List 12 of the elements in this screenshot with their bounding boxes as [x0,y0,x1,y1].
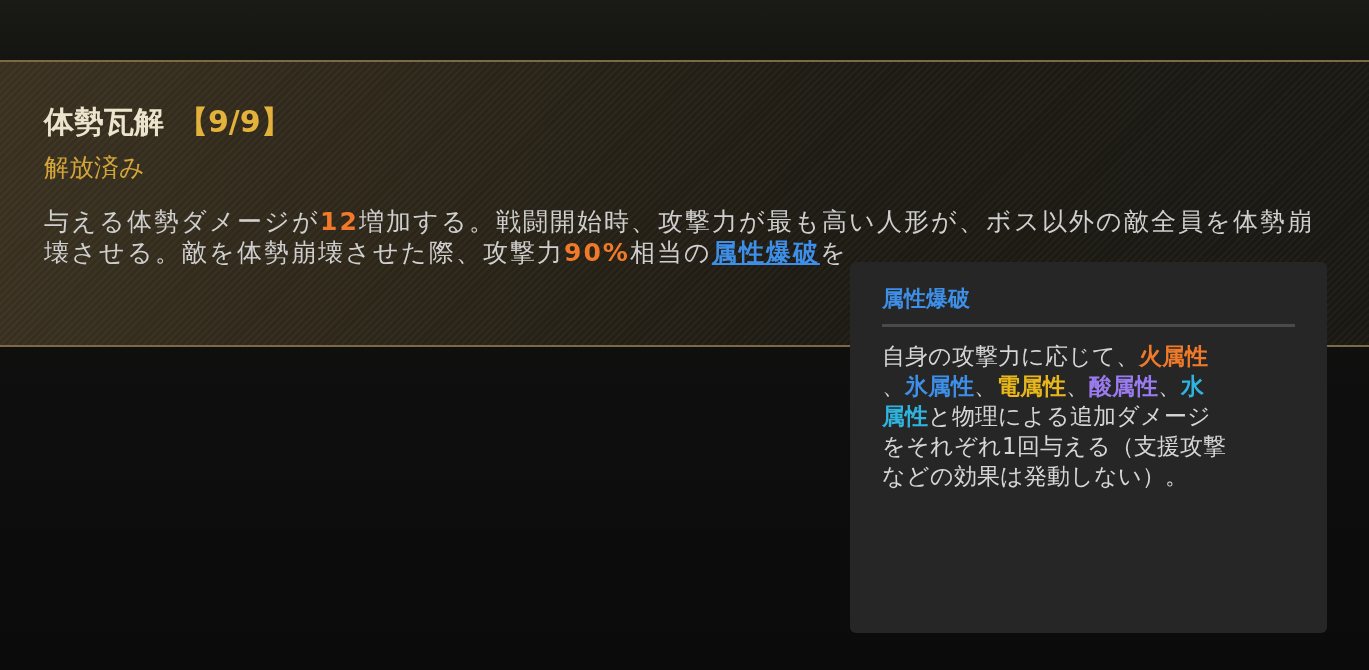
description-line: 壊させる。敵を体勢崩壊させた際、攻撃力 90%相当の属性爆破を [44,237,848,268]
skill-rank: 【9/9】 [178,103,291,141]
tooltip-title: 属性爆破 [882,285,970,313]
skill-status: 解放済み [44,152,146,184]
tooltip-line: 自身の攻撃力に応じて、火属性 [882,342,1208,371]
term-link[interactable]: 属性爆破 [711,238,820,267]
tooltip-line: などの効果は発動しない）。 [882,462,1188,491]
description-line: 与える体勢ダメージが12増加する。戦闘開始時、攻撃力が最も高い人形が、ボス以外の敵全員を体勢崩 [44,206,1314,237]
tooltip-line: をそれぞれ1回与える（支援攻撃 [882,432,1226,461]
tooltip-line: 属性と物理による追加ダメージ [882,402,1211,431]
tooltip-line: 、氷属性、電属性、酸属性、水 [882,372,1204,401]
skill-name: 体勢瓦解 [44,103,164,141]
